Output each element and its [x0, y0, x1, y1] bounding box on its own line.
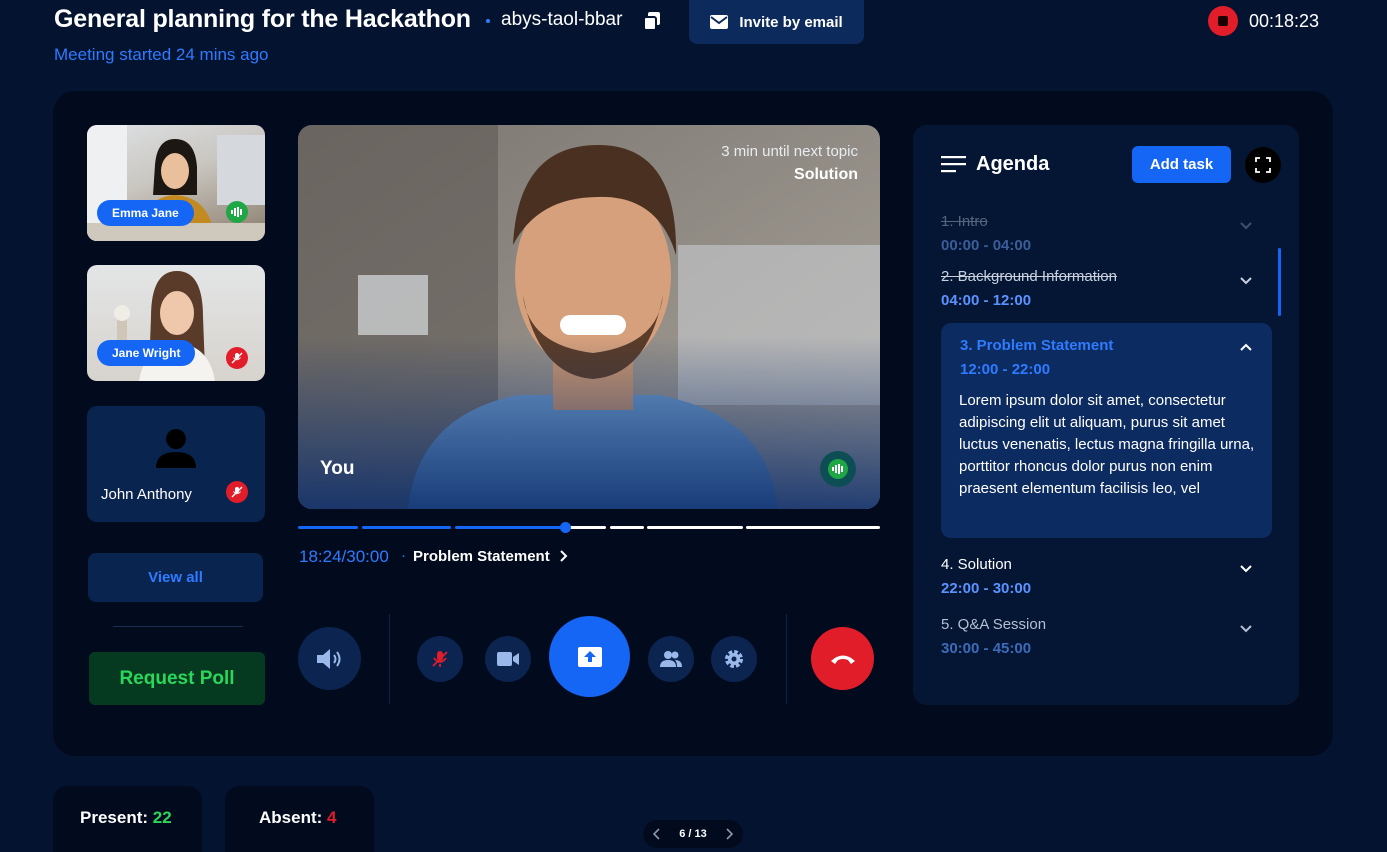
- meeting-started-text: Meeting started 24 mins ago: [54, 45, 269, 64]
- meeting-timer: 00:18:23: [1249, 11, 1320, 31]
- share-screen-button[interactable]: [549, 616, 630, 697]
- agenda-item-time: 22:00 - 30:00: [941, 580, 1032, 597]
- title-separator-dot: [486, 19, 490, 23]
- view-all-button[interactable]: View all: [88, 553, 263, 602]
- current-topic-link[interactable]: Problem Statement: [413, 548, 569, 565]
- mic-button[interactable]: [417, 636, 463, 682]
- stop-recording-button[interactable]: [1208, 6, 1238, 36]
- divider: [113, 626, 243, 627]
- present-count-card: Present: 22: [53, 786, 202, 852]
- expand-icon: [1255, 157, 1271, 173]
- timeline-position: 18:24/30:00: [299, 547, 389, 566]
- progress-segment: [455, 526, 565, 529]
- invite-by-email-button[interactable]: Invite by email: [689, 0, 864, 44]
- chevron-right-icon: [560, 550, 568, 562]
- progress-segment: [362, 526, 451, 529]
- agenda-item-name[interactable]: 2. Background Information: [941, 268, 1117, 285]
- participant-tile-jane[interactable]: Jane Wright: [87, 265, 265, 381]
- present-label: Present:: [80, 808, 149, 827]
- speaking-icon: [226, 201, 248, 223]
- progress-segment: [565, 526, 606, 529]
- speaker-photo: [298, 125, 880, 509]
- progress-segment: [610, 526, 644, 529]
- meeting-code: abys-taol-bbar: [501, 9, 623, 30]
- chevron-left-icon[interactable]: [653, 828, 661, 840]
- pagination: 6 / 13: [643, 820, 743, 848]
- chevron-up-icon[interactable]: [1239, 341, 1253, 355]
- absent-count-card: Absent: 4: [225, 786, 374, 852]
- timeline-separator: ·: [401, 547, 406, 564]
- absent-count: 4: [327, 808, 337, 827]
- speaking-icon: [820, 451, 856, 487]
- agenda-item-name: 3. Problem Statement: [960, 337, 1114, 354]
- agenda-item-time: 30:00 - 45:00: [941, 640, 1032, 657]
- muted-mic-icon: [226, 347, 248, 369]
- participant-tile-john[interactable]: John Anthony: [87, 406, 265, 522]
- speaker-icon: [316, 648, 340, 669]
- end-call-button[interactable]: [811, 627, 874, 690]
- request-poll-button[interactable]: Request Poll: [89, 652, 265, 705]
- share-screen-icon: [577, 646, 602, 667]
- chevron-down-icon[interactable]: [1239, 621, 1253, 635]
- camera-button[interactable]: [485, 636, 531, 682]
- chevron-down-icon[interactable]: [1239, 561, 1253, 575]
- stop-icon: [1218, 16, 1228, 26]
- current-topic: Problem Statement: [413, 548, 550, 565]
- agenda-scrollbar[interactable]: [1278, 248, 1281, 316]
- mail-icon: [710, 15, 729, 29]
- copy-icon[interactable]: [641, 10, 663, 32]
- invite-label: Invite by email: [739, 13, 843, 31]
- progress-segment: [647, 526, 743, 529]
- gear-icon: [725, 650, 743, 668]
- user-avatar-icon: [156, 429, 196, 468]
- participant-name: Emma Jane: [112, 206, 179, 220]
- agenda-item-name[interactable]: 1. Intro: [941, 213, 988, 230]
- present-count: 22: [152, 808, 172, 827]
- participant-name: Jane Wright: [112, 346, 181, 360]
- agenda-item-name[interactable]: 4. Solution: [941, 556, 1012, 573]
- next-topic-name: Solution: [794, 166, 858, 183]
- progress-segment: [298, 526, 358, 529]
- chevron-down-icon[interactable]: [1239, 273, 1253, 287]
- agenda-item-description: Lorem ipsum dolor sit amet, consectetur …: [959, 392, 1255, 497]
- hang-up-icon: [830, 655, 855, 664]
- chevron-down-icon[interactable]: [1239, 218, 1253, 232]
- participant-tile-emma[interactable]: Emma Jane: [87, 125, 265, 241]
- video-camera-icon: [497, 652, 519, 666]
- participants-button[interactable]: [648, 636, 694, 682]
- meeting-title: General planning for the Hackathon: [54, 5, 471, 33]
- muted-mic-icon: [226, 481, 248, 503]
- divider: [786, 614, 787, 704]
- volume-button[interactable]: [298, 627, 361, 690]
- progress-handle[interactable]: [560, 522, 571, 533]
- absent-label: Absent:: [259, 808, 323, 827]
- participant-name-pill: Jane Wright: [97, 340, 196, 366]
- users-icon: [660, 651, 682, 667]
- page-indicator: 6 / 13: [679, 828, 707, 840]
- agenda-item-time: 00:00 - 04:00: [941, 237, 1032, 254]
- menu-lines-icon: [941, 156, 966, 173]
- agenda-title: Agenda: [976, 153, 1050, 175]
- speaker-label: You: [320, 458, 355, 479]
- agenda-item-time: 12:00 - 22:00: [960, 361, 1051, 378]
- add-task-button[interactable]: Add task: [1132, 146, 1231, 183]
- chevron-right-icon[interactable]: [725, 828, 733, 840]
- divider: [389, 614, 390, 704]
- participant-name: John Anthony: [101, 486, 192, 503]
- main-video: 3 min until next topic Solution You: [298, 125, 880, 509]
- progress-segment: [746, 526, 880, 529]
- agenda-item-time: 04:00 - 12:00: [941, 292, 1032, 309]
- settings-button[interactable]: [711, 636, 757, 682]
- muted-mic-icon: [432, 651, 448, 667]
- agenda-item-name[interactable]: 5. Q&A Session: [941, 616, 1046, 633]
- fullscreen-button[interactable]: [1245, 147, 1281, 183]
- participant-name-pill: Emma Jane: [97, 200, 194, 226]
- next-topic-countdown: 3 min until next topic: [721, 143, 858, 160]
